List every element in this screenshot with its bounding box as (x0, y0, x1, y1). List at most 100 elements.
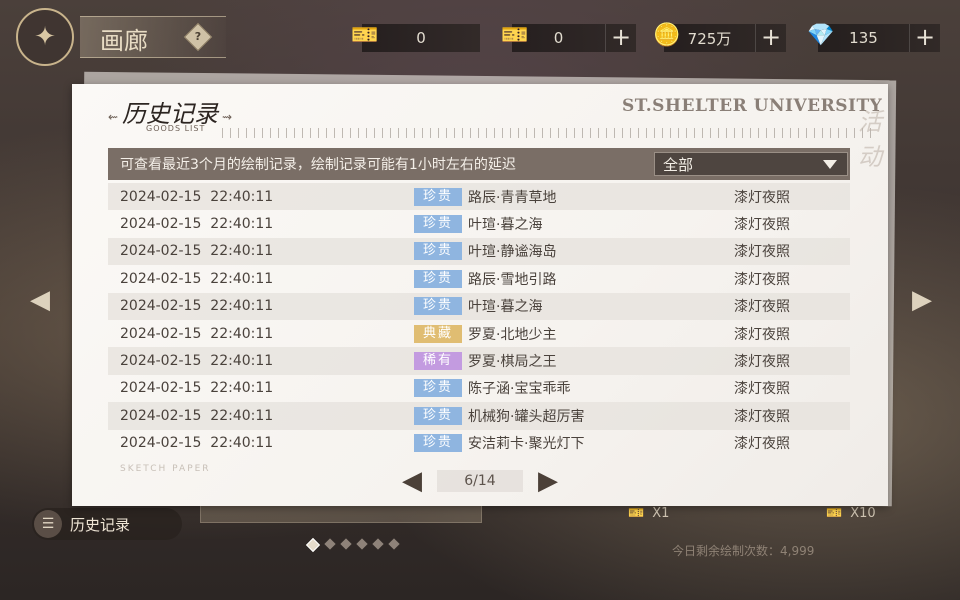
record-item: 罗夏·棋局之王 (468, 354, 557, 371)
page-title: 画廊 (100, 27, 148, 55)
record-clock: 22:40:11 (210, 270, 274, 287)
rarity-badge: 珍贵 (414, 434, 462, 453)
resource-gem: 💎 135 + (807, 23, 940, 52)
record-date: 2024-02-15 (120, 298, 202, 315)
rarity-badge: 珍贵 (414, 242, 462, 261)
record-clock: 22:40:11 (210, 216, 274, 233)
rarity-badge: 珍贵 (414, 297, 462, 316)
page-indicator: 6/14 (437, 470, 523, 492)
record-date: 2024-02-15 (120, 353, 202, 370)
history-button-label: 历史记录 (70, 515, 131, 534)
record-clock: 22:40:11 (210, 298, 274, 315)
record-delay-note: 可查看最近3个月的绘制记录，绘制记录可能有1小时左右的延迟 (120, 157, 516, 173)
record-source: 漆灯夜照 (734, 244, 790, 261)
carousel-dot[interactable] (340, 538, 352, 550)
record-time: 2024-02-15 22:40:11 (108, 380, 414, 396)
record-time: 2024-02-15 22:40:11 (108, 243, 414, 259)
filter-dropdown[interactable]: 全部 (654, 152, 848, 176)
carousel-dot[interactable] (305, 537, 321, 553)
record-row: 2024-02-15 22:40:11 珍贵 路辰·青青草地 漆灯夜照 (108, 183, 850, 211)
record-row: 2024-02-15 22:40:11 典藏 罗夏·北地少主 漆灯夜照 (108, 320, 850, 347)
filter-bar: 可查看最近3个月的绘制记录，绘制记录可能有1小时左右的延迟 全部 (108, 148, 850, 180)
resource-ticket-a: 🎫 0 (351, 23, 480, 52)
next-page-arrow-icon[interactable]: ▶ (530, 466, 566, 496)
record-date: 2024-02-15 (120, 188, 202, 205)
record-source: 漆灯夜照 (734, 189, 790, 206)
record-date: 2024-02-15 (120, 325, 202, 342)
title-deco-left-icon: ⇜ (108, 110, 119, 124)
prev-banner-arrow-icon[interactable]: ◀ (30, 285, 50, 315)
record-source: 漆灯夜照 (734, 354, 790, 371)
record-row: 2024-02-15 22:40:11 珍贵 叶瑄·暮之海 漆灯夜照 (108, 210, 850, 237)
add-ticket-button[interactable]: + (605, 24, 636, 52)
rarity-badge: 稀有 (414, 352, 462, 371)
ticket-icon: 🎫 (826, 505, 843, 521)
ticket-icon: 🎫 (628, 505, 645, 521)
record-icon: ☰ (34, 510, 62, 538)
record-clock: 22:40:11 (210, 380, 274, 397)
resource-coin: 🪙 725万 + (653, 23, 786, 52)
chevron-down-icon (823, 159, 837, 169)
record-row: 2024-02-15 22:40:11 珍贵 路辰·雪地引路 漆灯夜照 (108, 265, 850, 292)
filter-value: 全部 (663, 155, 694, 174)
modal-subtitle: GOODS LIST (146, 124, 206, 133)
help-icon: ? (194, 30, 202, 43)
record-item: 叶瑄·静谧海岛 (468, 244, 557, 261)
help-button[interactable]: ? (183, 22, 213, 52)
carousel-dot[interactable] (388, 538, 400, 550)
remaining-draws: 今日剩余绘制次数：4,999 (672, 544, 815, 558)
record-row: 2024-02-15 22:40:11 珍贵 叶瑄·暮之海 漆灯夜照 (108, 292, 850, 320)
record-date: 2024-02-15 (120, 243, 202, 260)
ticket-icon: 🎫 (351, 22, 379, 48)
record-item: 叶瑄·暮之海 (468, 299, 543, 316)
record-time: 2024-02-15 22:40:11 (108, 189, 414, 205)
record-time: 2024-02-15 22:40:11 (108, 408, 414, 424)
rarity-badge: 珍贵 (414, 379, 462, 398)
record-time: 2024-02-15 22:40:11 (108, 326, 414, 342)
gem-icon: 💎 (807, 22, 835, 48)
record-source: 漆灯夜照 (734, 436, 790, 453)
add-gem-button[interactable]: + (909, 24, 940, 52)
record-row: 2024-02-15 22:40:11 珍贵 陈子涵·宝宝乖乖 漆灯夜照 (108, 375, 850, 402)
record-source: 漆灯夜照 (734, 217, 790, 234)
carousel-dot[interactable] (372, 538, 384, 550)
next-banner-arrow-icon[interactable]: ▶ (912, 285, 932, 315)
add-coin-button[interactable]: + (755, 24, 786, 52)
record-clock: 22:40:11 (210, 435, 274, 452)
history-modal: ⇜ 历史记录 ⇝ GOODS LIST ST.SHELTER UNIVERSIT… (72, 84, 888, 506)
record-item: 路辰·青青草地 (468, 189, 557, 206)
record-source: 漆灯夜照 (734, 299, 790, 316)
coin-icon: 🪙 (653, 22, 681, 48)
record-source: 漆灯夜照 (734, 326, 790, 343)
rarity-badge: 珍贵 (414, 406, 462, 425)
history-button[interactable]: ☰ 历史记录 (32, 508, 182, 540)
record-row: 2024-02-15 22:40:11 珍贵 机械狗·罐头超厉害 漆灯夜照 (108, 402, 850, 430)
record-time: 2024-02-15 22:40:11 (108, 435, 414, 451)
record-date: 2024-02-15 (120, 270, 202, 287)
carousel-dot[interactable] (356, 538, 368, 550)
carousel-indicator (305, 537, 400, 553)
record-row: 2024-02-15 22:40:11 珍贵 安洁莉卡·聚光灯下 漆灯夜照 (108, 430, 850, 457)
record-date: 2024-02-15 (120, 216, 202, 233)
record-clock: 22:40:11 (210, 353, 274, 370)
brand-text: ST.SHELTER UNIVERSITY (622, 96, 883, 116)
record-date: 2024-02-15 (120, 407, 202, 424)
record-clock: 22:40:11 (210, 325, 274, 342)
record-clock: 22:40:11 (210, 243, 274, 260)
draw-ten-label: X10 (850, 505, 876, 521)
record-time: 2024-02-15 22:40:11 (108, 271, 414, 287)
rarity-badge: 典藏 (414, 324, 462, 343)
prev-page-arrow-icon[interactable]: ◀ (394, 466, 430, 496)
record-clock: 22:40:11 (210, 407, 274, 424)
title-deco-right-icon: ⇝ (222, 110, 233, 124)
butterfly-logo-icon[interactable]: ✦ (16, 8, 74, 66)
pagination: ◀ 6/14 ▶ (394, 466, 566, 496)
record-item: 罗夏·北地少主 (468, 326, 557, 343)
sketch-paper-label: SKETCH PAPER (120, 464, 211, 474)
record-date: 2024-02-15 (120, 435, 202, 452)
carousel-dot[interactable] (324, 538, 336, 550)
page-title-plate: 画廊 ? (80, 16, 226, 58)
record-item: 陈子涵·宝宝乖乖 (468, 381, 571, 398)
records-table: 2024-02-15 22:40:11 珍贵 路辰·青青草地 漆灯夜照 2024-02-… (108, 183, 850, 457)
rarity-badge: 珍贵 (414, 187, 462, 206)
